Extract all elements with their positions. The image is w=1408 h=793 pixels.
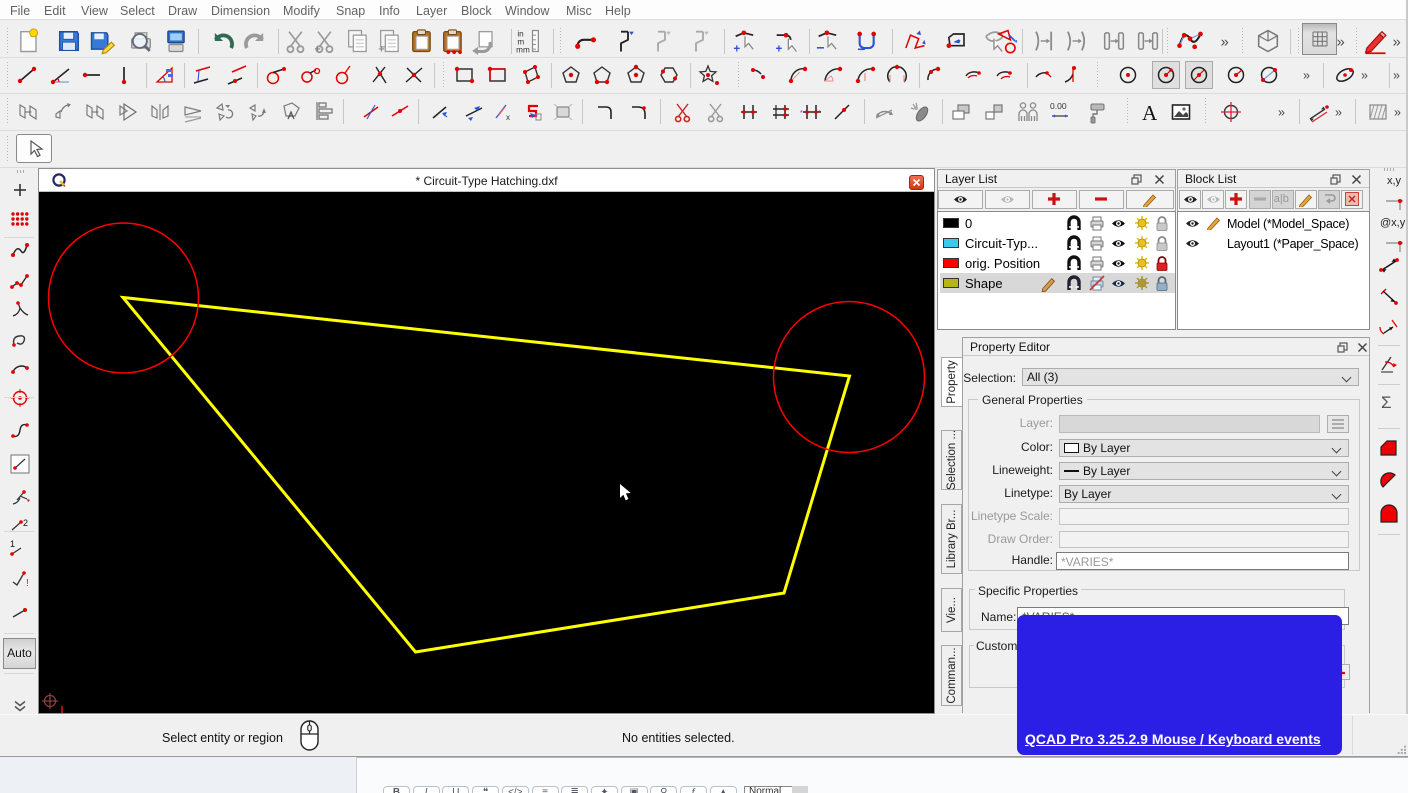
- svg-text:+: +: [776, 43, 783, 55]
- svg-text:»: »: [1335, 106, 1342, 120]
- svg-text:*: *: [800, 110, 803, 117]
- svg-text:0.00: 0.00: [1050, 101, 1067, 111]
- svg-text:Σ: Σ: [1381, 393, 1392, 412]
- svg-text:»: »: [1221, 34, 1229, 50]
- svg-text:»: »: [1337, 34, 1345, 50]
- svg-text:+: +: [733, 43, 740, 55]
- svg-text:»: »: [1394, 106, 1401, 120]
- svg-text:»: »: [1278, 106, 1285, 120]
- svg-text:»: »: [1393, 34, 1401, 50]
- svg-text:x: x: [506, 113, 510, 122]
- svg-text:mm: mm: [516, 46, 530, 55]
- svg-text:!: !: [26, 578, 29, 589]
- svg-text:»: »: [1303, 69, 1310, 83]
- svg-text:1: 1: [10, 539, 15, 549]
- svg-text:*: *: [818, 110, 821, 117]
- svg-text:2: 2: [23, 518, 28, 528]
- svg-text:»: »: [1361, 69, 1368, 83]
- svg-text:−: −: [816, 40, 824, 55]
- svg-text:−: −: [857, 41, 865, 55]
- svg-text:+: +: [315, 44, 321, 55]
- svg-text:+: +: [378, 44, 384, 55]
- svg-text:A: A: [1142, 101, 1158, 124]
- svg-text:»: »: [1393, 69, 1400, 83]
